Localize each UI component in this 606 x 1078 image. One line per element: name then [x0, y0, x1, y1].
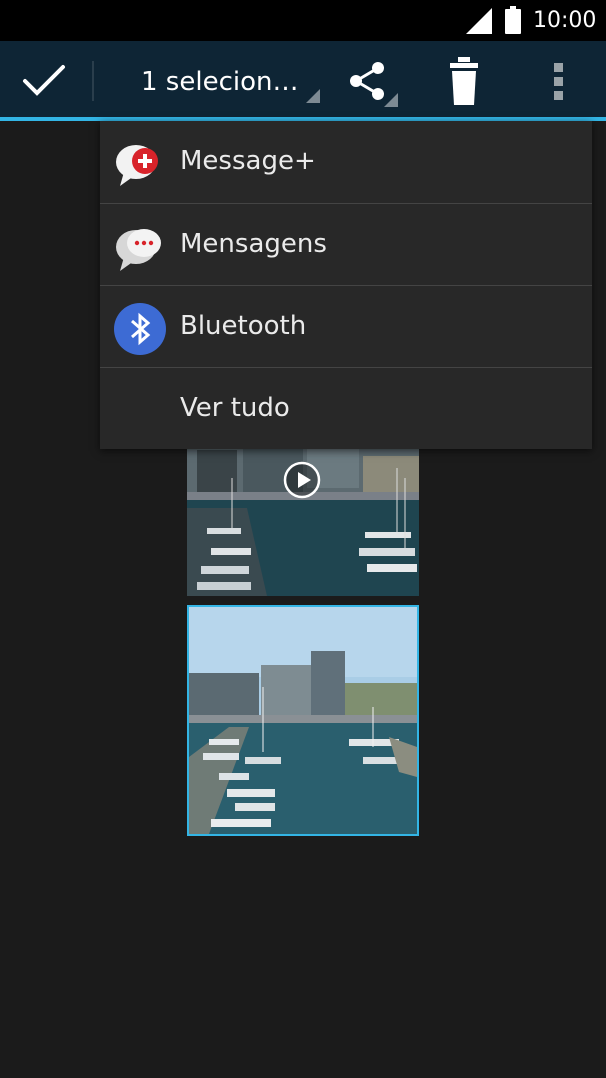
photo-thumbnail-selected[interactable]: [187, 605, 419, 836]
check-icon[interactable]: [22, 63, 66, 99]
share-option-label: Mensagens: [180, 229, 327, 259]
share-option-see-all[interactable]: Ver tudo: [100, 367, 592, 450]
more-vert-icon[interactable]: [542, 55, 576, 107]
clock: 10:00: [533, 8, 597, 33]
signal-icon: [466, 8, 492, 34]
dropdown-indicator-icon: [306, 89, 320, 103]
action-bar: 1 selecion…: [0, 41, 606, 121]
share-menu: Message+ Mensagens Bluetooth Ver tudo: [100, 121, 592, 449]
share-dropdown-indicator-icon: [384, 93, 398, 107]
action-bar-divider: [92, 61, 94, 101]
message-plus-icon: [116, 145, 158, 186]
selection-dropdown[interactable]: 1 selecion…: [110, 49, 325, 111]
status-bar: 10:00: [0, 0, 606, 41]
share-icon: [350, 62, 384, 100]
share-button[interactable]: [344, 53, 400, 109]
bluetooth-icon: [114, 303, 166, 355]
share-option-label: Bluetooth: [180, 311, 307, 341]
share-option-label: Ver tudo: [180, 393, 290, 423]
play-icon: [283, 461, 321, 499]
battery-icon: [505, 6, 521, 34]
share-option-label: Message+: [180, 146, 316, 176]
share-option-mensagens[interactable]: Mensagens: [100, 203, 592, 286]
selection-count-label: 1 selecion…: [141, 67, 299, 97]
trash-icon[interactable]: [442, 55, 486, 107]
share-option-bluetooth[interactable]: Bluetooth: [100, 285, 592, 368]
messages-icon: [116, 229, 161, 271]
share-option-message-plus[interactable]: Message+: [100, 121, 592, 203]
